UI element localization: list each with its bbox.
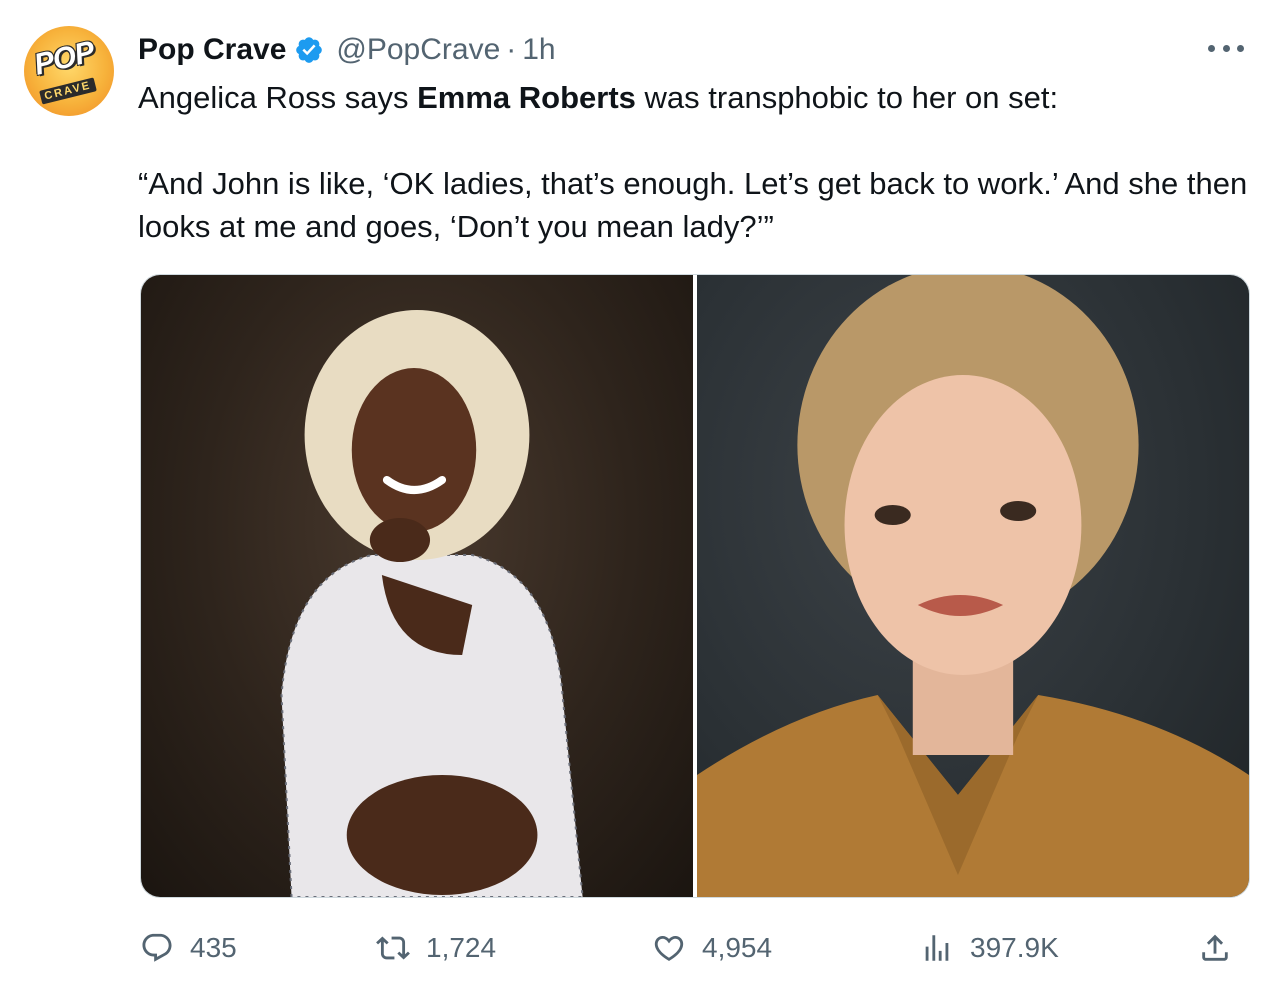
portrait-photo-right <box>697 275 1249 897</box>
media-grid[interactable] <box>140 274 1250 898</box>
share-button[interactable] <box>1198 926 1232 970</box>
tweet-header: Pop Crave @PopCrave · 1h <box>138 30 556 70</box>
retweet-count: 1,724 <box>426 932 497 963</box>
tweet-line-1: Angelica Ross says Emma Roberts was tran… <box>138 76 1248 119</box>
views-button[interactable]: 397.9K <box>920 926 1059 970</box>
tweet-card[interactable]: POP CRAVE Pop Crave @PopCrave · 1h Angel… <box>0 0 1280 987</box>
photo-left[interactable] <box>141 275 693 897</box>
reply-icon <box>142 933 172 962</box>
verified-badge-icon <box>294 35 324 65</box>
more-horizontal-icon[interactable] <box>1208 38 1244 58</box>
tweet-quote: “And John is like, ‘OK ladies, that’s en… <box>138 166 1248 244</box>
author-name[interactable]: Pop Crave <box>138 33 286 67</box>
retweet-button[interactable]: 1,724 <box>376 926 496 970</box>
portrait-photo-left <box>280 310 584 897</box>
photo-right[interactable] <box>697 275 1249 897</box>
tweet-text-prefix: Angelica Ross says <box>138 80 418 115</box>
views-count: 397.9K <box>970 932 1059 963</box>
more-dot <box>1208 44 1215 52</box>
tweet-text: Angelica Ross says Emma Roberts was tran… <box>138 76 1248 248</box>
avatar-logo-text: POP <box>30 35 98 82</box>
timestamp[interactable]: 1h <box>522 33 555 67</box>
like-count: 4,954 <box>702 932 773 963</box>
tweet-actions: 435 1,724 4,954 397.9K <box>140 926 1248 970</box>
tweet-text-suffix: was transphobic to her on set: <box>635 80 1059 115</box>
tweet-text-bold: Emma Roberts <box>417 80 636 115</box>
retweet-icon <box>376 936 410 960</box>
avatar-logo-subtext: CRAVE <box>39 77 97 105</box>
like-button[interactable]: 4,954 <box>652 926 772 970</box>
share-icon <box>1202 934 1228 961</box>
reply-button[interactable]: 435 <box>140 926 237 970</box>
views-chart-icon <box>925 935 949 961</box>
avatar[interactable]: POP CRAVE <box>24 26 114 116</box>
more-dot <box>1237 44 1244 52</box>
reply-count: 435 <box>190 932 237 963</box>
author-handle[interactable]: @PopCrave <box>336 33 500 67</box>
separator: · <box>506 33 517 66</box>
heart-icon <box>654 935 684 961</box>
more-dot <box>1222 44 1230 52</box>
